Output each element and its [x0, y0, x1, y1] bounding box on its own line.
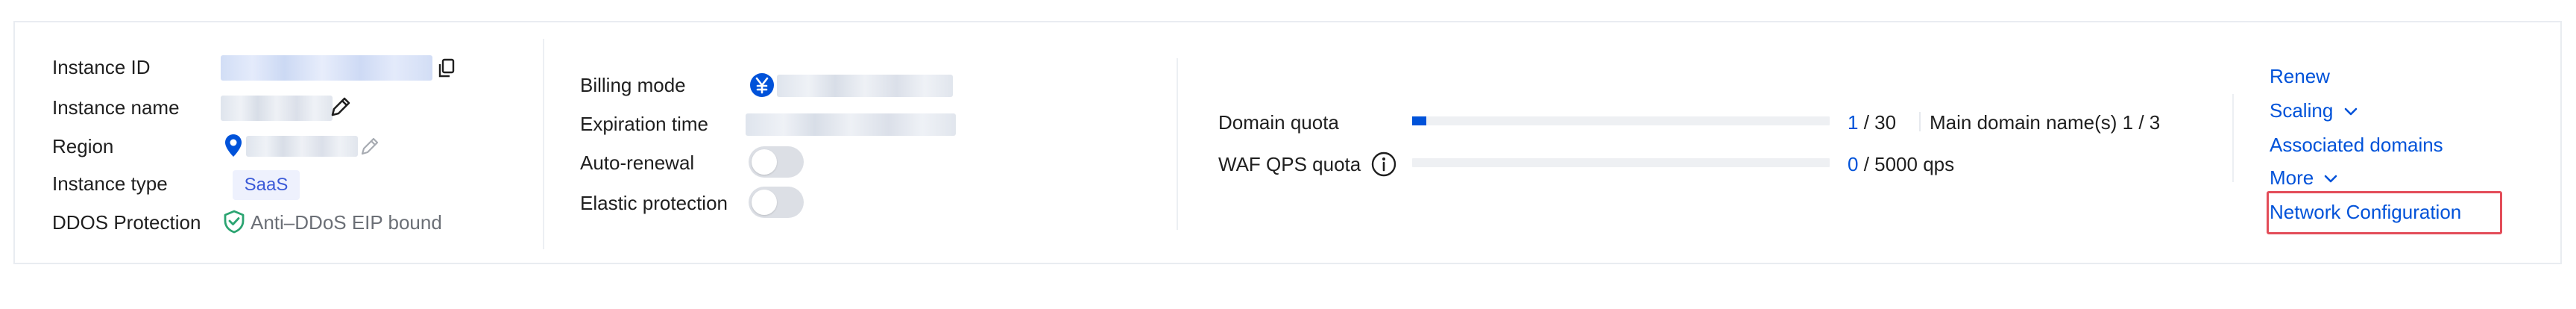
scaling-label: Scaling: [2270, 99, 2334, 122]
waf-qps-quota-bar: [1412, 158, 1830, 167]
copy-icon[interactable]: [437, 58, 456, 79]
yen-circle-icon: [750, 73, 774, 97]
expiration-time-label: Expiration time: [580, 113, 708, 135]
domain-quota-bar-fill: [1412, 116, 1426, 125]
main-domain-count: Main domain name(s) 1 / 3: [1930, 111, 2161, 134]
quota-separator: [1919, 112, 1921, 131]
column-divider: [543, 39, 544, 249]
column-divider: [1177, 58, 1178, 230]
more-dropdown[interactable]: More: [2270, 166, 2340, 190]
chevron-down-icon: [2344, 107, 2357, 116]
waf-qps-quota-total: / 5000 qps: [1858, 153, 1955, 175]
domain-quota-total: / 30: [1858, 111, 1897, 134]
domain-quota-bar: [1412, 116, 1830, 125]
waf-qps-quota-count: 0 / 5000 qps: [1848, 152, 1954, 176]
scaling-dropdown[interactable]: Scaling: [2270, 99, 2360, 122]
auto-renewal-label: Auto-renewal: [580, 152, 695, 174]
waf-qps-quota-used: 0: [1848, 153, 1859, 175]
domain-quota-label: Domain quota: [1218, 111, 1339, 134]
pencil-icon[interactable]: [328, 94, 353, 119]
billing-mode-label: Billing mode: [580, 74, 686, 96]
instance-name-label: Instance name: [52, 96, 180, 119]
network-configuration-link[interactable]: Network Configuration: [2270, 200, 2461, 224]
auto-renewal-toggle[interactable]: [749, 146, 804, 178]
domain-quota-used: 1: [1848, 111, 1859, 134]
chevron-down-icon: [2325, 175, 2337, 183]
location-pin-icon: [225, 134, 242, 157]
billing-mode-value: [777, 75, 953, 97]
renew-link[interactable]: Renew: [2270, 64, 2330, 88]
instance-type-badge: SaaS: [233, 170, 300, 200]
pencil-icon[interactable]: [358, 134, 382, 158]
ddos-protection-value: Anti–DDoS EIP bound: [251, 211, 442, 234]
expiration-time-value: [746, 113, 956, 136]
instance-type-label: Instance type: [52, 172, 168, 195]
info-circle-icon[interactable]: [1370, 151, 1397, 178]
ddos-protection-label: DDOS Protection: [52, 211, 201, 234]
domain-quota-count: 1 / 30: [1848, 110, 1896, 134]
shield-check-icon: [224, 210, 245, 234]
associated-domains-link[interactable]: Associated domains: [2270, 133, 2443, 157]
column-divider: [2232, 94, 2234, 182]
instance-id-label: Instance ID: [52, 56, 151, 78]
elastic-protection-label: Elastic protection: [580, 192, 728, 214]
instance-id-value: [221, 55, 432, 81]
region-value: [246, 136, 358, 157]
region-label: Region: [52, 135, 114, 157]
instance-name-value: [221, 96, 333, 121]
instance-overview-card: Instance ID Instance name Region Instanc…: [13, 21, 2562, 264]
more-label: More: [2270, 166, 2314, 189]
waf-qps-quota-label: WAF QPS quota: [1218, 153, 1361, 175]
elastic-protection-toggle[interactable]: [749, 187, 804, 218]
